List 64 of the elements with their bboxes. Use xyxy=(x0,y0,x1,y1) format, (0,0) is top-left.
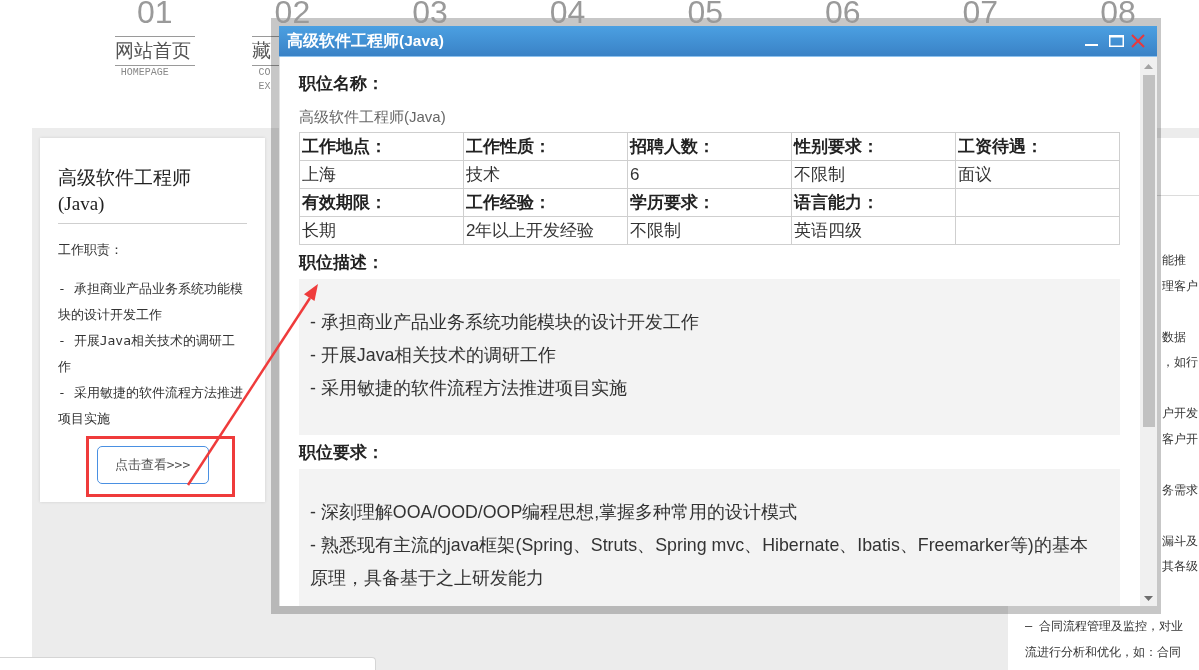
table-header-cell: 工资待遇： xyxy=(955,132,1120,161)
nav-number: 05 xyxy=(687,0,723,24)
table-cell: 英语四级 xyxy=(791,216,956,245)
field-value: 高级软件工程师(Java) xyxy=(299,107,447,127)
nav-subtitle: CO xyxy=(258,66,271,80)
nav-link[interactable]: 网站首页 xyxy=(114,36,195,66)
table-header-cell: 有效期限： xyxy=(299,188,464,217)
body-text: 户开发 xyxy=(1162,405,1199,422)
table-header-cell: 工作地点： xyxy=(299,132,464,161)
body-text: 其各级 xyxy=(1162,558,1199,575)
table-cell: 面议 xyxy=(955,160,1120,189)
body-text: ，如行 xyxy=(1162,354,1199,371)
table-header-cell: 招聘人数： xyxy=(627,132,792,161)
body-text: 能推 xyxy=(1162,252,1187,269)
table-cell: 6 xyxy=(627,160,792,189)
body-text: 流进行分析和优化，如：合同 xyxy=(1025,643,1182,661)
nav-number: 01 xyxy=(137,0,173,24)
table-cell: 长期 xyxy=(299,216,464,245)
duty-text: - 承担商业产品业务系统功能模块的设计开发工作 xyxy=(58,280,244,324)
job-title: 高级软件工程师(Java) xyxy=(58,166,192,216)
section-heading: 职位名称： xyxy=(299,73,385,95)
body-text: 数据 xyxy=(1162,328,1187,346)
body-text: – 合同流程管理及监控，对业 xyxy=(1025,618,1185,635)
nav-number: 04 xyxy=(549,0,586,24)
table-header-cell: 工作经验： xyxy=(463,188,628,217)
body-text: 理客户 xyxy=(1162,277,1199,295)
minimize-icon[interactable] xyxy=(1085,44,1098,46)
table-cell: 上海 xyxy=(299,160,464,189)
close-icon[interactable] xyxy=(1131,34,1145,48)
body-text: 漏斗及 xyxy=(1162,532,1199,550)
dialog-title: 高级软件工程师(Java) xyxy=(287,30,445,51)
table-header-cell: 工作性质： xyxy=(463,132,628,161)
table-cell: 不限制 xyxy=(791,160,956,189)
duty-text: - 采用敏捷的软件流程方法推进项目实施 xyxy=(58,384,244,428)
body-text: 务需求 xyxy=(1162,481,1199,499)
nav-subtitle: EX xyxy=(258,80,271,94)
nav-subtitle: HOMEPAGE xyxy=(120,66,169,80)
table-cell: 技术 xyxy=(463,160,628,189)
nav-number: 03 xyxy=(412,0,448,24)
nav-number: 06 xyxy=(824,0,861,24)
table-header-cell: 性别要求： xyxy=(791,132,956,161)
nav-number: 02 xyxy=(274,0,311,24)
section-heading: 职位要求： xyxy=(299,442,385,464)
view-details-button[interactable]: 点击查看>>> xyxy=(96,446,209,484)
nav-number: 08 xyxy=(1100,0,1136,24)
nav-number: 07 xyxy=(962,0,999,24)
list-text: - 开展Java相关技术的调研工作 xyxy=(310,344,558,367)
table-header-cell: 学历要求： xyxy=(627,188,792,217)
table-header-cell: 语言能力： xyxy=(791,188,956,217)
body-text: 客户开 xyxy=(1162,430,1199,448)
list-text: - 承担商业产品业务系统功能模块的设计开发工作 xyxy=(310,311,700,334)
scrollbar-thumb[interactable] xyxy=(1142,75,1155,427)
list-text: - 熟悉现有主流的java框架(Spring、Struts、Spring mvc、Hibernate、Ibatis、Freemarker等)的基本原理，具备基于之上研发能力 xyxy=(310,534,1089,590)
down-triangle-icon[interactable] xyxy=(1144,596,1153,601)
scrollbar[interactable] xyxy=(1140,57,1157,606)
section-label: 工作职责： xyxy=(58,241,124,259)
section-heading: 职位描述： xyxy=(299,252,385,274)
list-text: - 采用敏捷的软件流程方法推进项目实施 xyxy=(310,377,628,400)
table-cell: 2年以上开发经验 xyxy=(463,216,628,245)
list-text: - 深刻理解OOA/OOD/OOP编程思想,掌握多种常用的设计模式 xyxy=(310,501,799,524)
duty-text: - 开展Java相关技术的调研工作 xyxy=(58,332,236,376)
table-cell: 不限制 xyxy=(627,216,792,245)
maximize-icon[interactable] xyxy=(1109,35,1124,47)
up-triangle-icon[interactable] xyxy=(1144,64,1153,69)
